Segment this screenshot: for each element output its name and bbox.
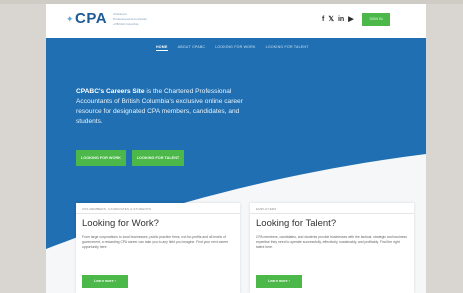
card-title: Looking for Talent? — [256, 218, 337, 229]
learn-more-button[interactable]: Learn more › — [82, 275, 128, 288]
card-divider — [250, 213, 414, 214]
sign-in-button[interactable]: SIGN IN — [362, 13, 390, 26]
nav-item-looking-for-work[interactable]: LOOKING FOR WORK — [215, 45, 255, 51]
card-body: From large corporations to local busines… — [82, 235, 229, 249]
nav-item-about[interactable]: ABOUT CPABC — [178, 45, 206, 51]
youtube-icon[interactable]: ▶ — [348, 16, 353, 24]
card-looking-for-talent: EMPLOYERS Looking for Talent? CPA member… — [250, 203, 414, 293]
hero-text: CPABC's Careers Site is the Chartered Pr… — [76, 87, 266, 127]
card-looking-for-work: CPA MEMBERS, CANDIDATES & STUDENTS Looki… — [76, 203, 240, 293]
nav-item-home[interactable]: HOME — [156, 45, 168, 51]
learn-more-button[interactable]: Learn more › — [256, 275, 302, 288]
card-body: CPA members, candidates, and students pr… — [256, 235, 407, 249]
cpa-logo[interactable]: ✦ CPA Chartered Professional Accountants… — [66, 10, 147, 27]
logo-star-icon: ✦ — [66, 13, 74, 24]
logo-tagline: Chartered Professional Accountants of Br… — [113, 12, 147, 26]
logo-tagline-line: Professional Accountants — [113, 16, 147, 21]
page-frame: ✦ CPA Chartered Professional Accountants… — [46, 4, 426, 293]
card-title: Looking for Work? — [82, 218, 159, 229]
linkedin-icon[interactable]: in — [338, 16, 344, 24]
nav-item-looking-for-talent[interactable]: LOOKING FOR TALENT — [266, 45, 309, 51]
main-nav: HOME ABOUT CPABC LOOKING FOR WORK LOOKIN… — [156, 45, 309, 51]
logo-tagline-line: of British Columbia — [113, 21, 139, 26]
card-tag: EMPLOYERS — [256, 207, 277, 211]
hero-lead: CPABC's Careers Site — [76, 88, 145, 95]
logo-tagline-line: Chartered — [113, 11, 127, 16]
facebook-icon[interactable]: f — [322, 16, 324, 24]
card-tag: CPA MEMBERS, CANDIDATES & STUDENTS — [82, 207, 152, 211]
card-divider — [76, 213, 240, 214]
social-links: f 𝕏 in ▶ — [322, 16, 354, 24]
site-header: ✦ CPA Chartered Professional Accountants… — [46, 4, 426, 38]
twitter-icon[interactable]: 𝕏 — [328, 16, 334, 24]
logo-text: CPA — [75, 10, 108, 27]
